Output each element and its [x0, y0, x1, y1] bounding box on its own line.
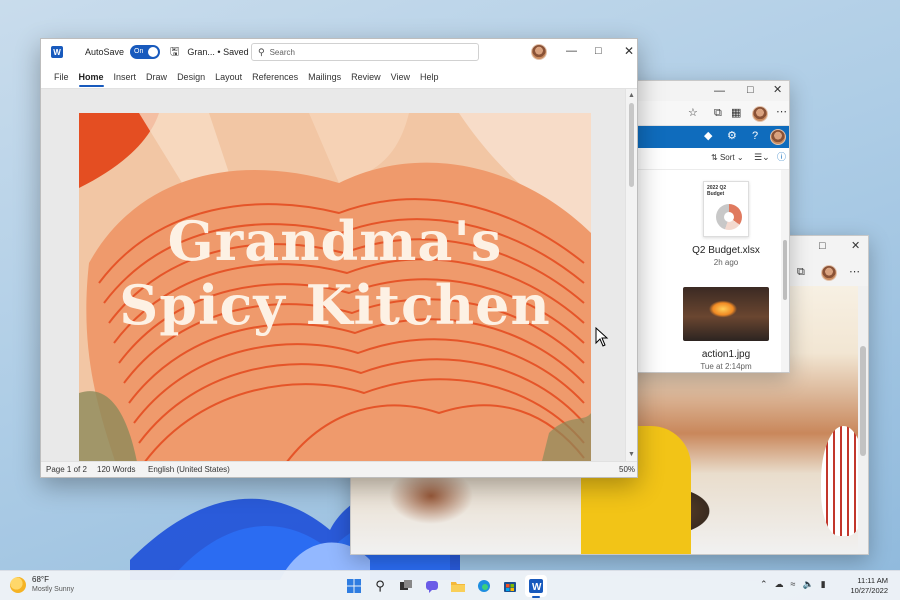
minimize-icon[interactable]: — [566, 46, 577, 57]
tab-file[interactable]: File [49, 72, 74, 88]
maximize-icon[interactable]: □ [747, 85, 754, 96]
collections-icon[interactable]: ⧉ [714, 108, 722, 119]
tab-insert[interactable]: Insert [109, 72, 142, 88]
search-box[interactable]: ⚲ Search [251, 43, 479, 61]
mouse-cursor-icon [595, 327, 609, 347]
xlsx-thumbnail: 2022 Q2 Budget [703, 181, 749, 237]
tab-design[interactable]: Design [172, 72, 210, 88]
sort-button[interactable]: ⇅ Sort ⌄ [711, 154, 744, 162]
sun-icon [10, 577, 26, 593]
battery-icon[interactable]: ▮ [821, 579, 826, 590]
gear-icon[interactable]: ⚙ [727, 131, 737, 142]
chat-icon[interactable] [421, 575, 443, 597]
scroll-up-icon[interactable]: ▲ [628, 92, 635, 99]
file-name: action1.jpg [701, 349, 751, 360]
weather-condition: Mostly Sunny [32, 586, 75, 593]
search-icon[interactable]: ⚲ [369, 575, 391, 597]
document-title[interactable]: Gran... • Saved [187, 47, 248, 57]
favorite-icon[interactable]: ☆ [688, 108, 698, 119]
document-heading[interactable]: Grandma's Spicy Kitchen [79, 209, 591, 337]
file-name: Q2 Budget.xlsx [692, 245, 760, 256]
taskbar: 68°F Mostly Sunny ⚲ W ⌃ ☁ ≈ 🔈 ▮ 11:11 AM… [0, 570, 900, 600]
tab-help[interactable]: Help [415, 72, 444, 88]
avatar[interactable] [752, 106, 768, 122]
files-scrollbar[interactable] [781, 170, 789, 372]
document-page[interactable]: Grandma's Spicy Kitchen [79, 113, 591, 473]
document-canvas[interactable]: Grandma's Spicy Kitchen [41, 89, 625, 473]
autosave-toggle[interactable]: On [130, 45, 161, 59]
word-app-icon: W [51, 46, 63, 58]
tab-references[interactable]: References [247, 72, 303, 88]
language-indicator[interactable]: English (United States) [148, 465, 230, 474]
store-icon[interactable] [499, 575, 521, 597]
tab-draw[interactable]: Draw [141, 72, 172, 88]
tabs-icon[interactable]: ▦ [731, 108, 741, 119]
edge-icon[interactable] [473, 575, 495, 597]
file-explorer-icon[interactable] [447, 575, 469, 597]
autosave-label: AutoSave [85, 47, 125, 57]
clock[interactable]: 11:11 AM 10/27/2022 [850, 576, 888, 596]
thumb-caption: 2022 Q2 Budget [707, 185, 727, 197]
word-taskbar-icon[interactable]: W [525, 575, 547, 598]
more-icon[interactable]: ⋯ [776, 107, 787, 118]
search-icon: ⚲ [258, 46, 265, 57]
avatar[interactable] [821, 265, 837, 281]
wifi-icon[interactable]: ≈ [791, 579, 796, 590]
weather-temp: 68°F [32, 575, 49, 584]
diamond-icon[interactable]: ◆ [704, 131, 712, 142]
file-tile[interactable]: 2022 Q2 Budget Q2 Budget.xlsx 2h ago [666, 181, 786, 267]
save-icon[interactable]: 🖫 [170, 43, 179, 62]
clock-time: 11:11 AM [857, 576, 888, 585]
tab-layout[interactable]: Layout [210, 72, 247, 88]
maximize-icon[interactable]: □ [819, 241, 826, 252]
system-tray: ⌃ ☁ ≈ 🔈 ▮ [760, 579, 833, 590]
maximize-icon[interactable]: □ [595, 46, 602, 57]
view-icon[interactable]: ☰⌄ [754, 153, 770, 162]
chevron-up-icon[interactable]: ⌃ [760, 579, 768, 590]
word-window[interactable]: W AutoSave On 🖫 Gran... • Saved ▾ ⚲ Sear… [40, 38, 638, 478]
file-date: 2h ago [713, 258, 739, 267]
avatar[interactable] [770, 129, 786, 145]
task-view-icon[interactable] [395, 575, 417, 597]
close-icon[interactable]: ✕ [773, 85, 782, 96]
status-bar: Page 1 of 2 120 Words English (United St… [41, 461, 637, 477]
file-tile[interactable]: action1.jpg Tue at 2:14pm [666, 287, 786, 371]
heading-line-2: Spicy Kitchen [119, 273, 551, 337]
svg-text:W: W [532, 582, 542, 593]
word-titlebar[interactable]: W AutoSave On 🖫 Gran... • Saved ▾ ⚲ Sear… [41, 39, 637, 65]
tab-home[interactable]: Home [74, 72, 109, 88]
speaker-icon[interactable]: 🔈 [803, 579, 814, 590]
tab-view[interactable]: View [386, 72, 415, 88]
search-placeholder: Search [269, 47, 295, 57]
photo-scrollbar[interactable] [858, 286, 868, 554]
tabs-icon[interactable]: ⧉ [797, 267, 805, 278]
jpg-thumbnail [683, 287, 769, 341]
close-icon[interactable]: ✕ [624, 45, 634, 57]
zoom-level[interactable]: 50% [619, 465, 635, 474]
heading-line-1: Grandma's [167, 209, 503, 273]
cloud-icon[interactable]: ☁ [775, 579, 784, 590]
donut-chart-icon [716, 204, 742, 230]
page-count[interactable]: Page 1 of 2 [46, 465, 87, 474]
ribbon-tabs: File Home Insert Draw Design Layout Refe… [41, 65, 637, 89]
word-count[interactable]: 120 Words [97, 465, 136, 474]
info-icon[interactable]: ⓘ [777, 153, 786, 162]
clock-date: 10/27/2022 [850, 586, 888, 595]
tab-mailings[interactable]: Mailings [303, 72, 346, 88]
weather-widget[interactable]: 68°F Mostly Sunny [10, 575, 74, 595]
scroll-down-icon[interactable]: ▼ [628, 451, 635, 458]
close-icon[interactable]: ✕ [851, 241, 860, 252]
file-date: Tue at 2:14pm [700, 362, 752, 371]
avatar[interactable] [531, 44, 547, 60]
more-icon[interactable]: ⋯ [849, 267, 860, 278]
help-icon[interactable]: ? [752, 131, 758, 142]
tab-review[interactable]: Review [346, 72, 386, 88]
start-icon[interactable] [343, 575, 365, 597]
minimize-icon[interactable]: — [714, 86, 725, 97]
document-scrollbar[interactable]: ▲ ▼ [625, 89, 637, 461]
scroll-thumb[interactable] [629, 103, 634, 187]
sort-label: Sort [719, 153, 735, 162]
